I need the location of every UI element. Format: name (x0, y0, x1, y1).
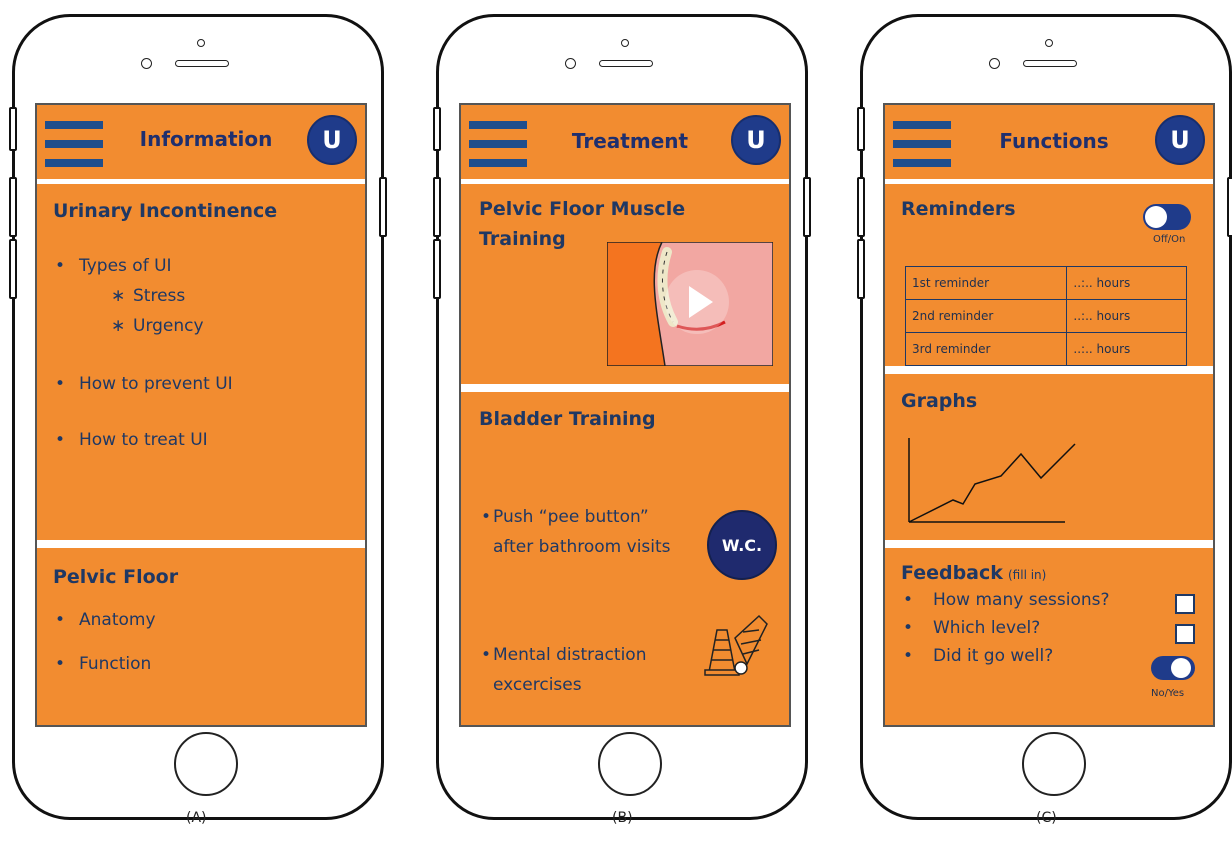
hamburger-menu-icon[interactable] (45, 121, 103, 167)
went-well-toggle[interactable] (1151, 656, 1195, 680)
list-item: • Did it go well? (903, 646, 1054, 666)
power-button (379, 177, 387, 237)
wc-button-icon[interactable]: W.C. (707, 510, 777, 580)
home-button[interactable] (174, 732, 238, 796)
front-camera (141, 58, 152, 69)
screen: Information U Urinary Incontinence • Type… (35, 103, 367, 727)
section-reminders: Reminders Off/On 1st reminder..:.. hours… (885, 184, 1213, 366)
volume-up-button (857, 177, 865, 237)
section-feedback: Feedback (fill in) • How many sessions? •… (885, 548, 1213, 725)
front-camera (989, 58, 1000, 69)
home-button[interactable] (598, 732, 662, 796)
phone-c: Functions U Reminders Off/On 1st reminde… (857, 14, 1232, 820)
volume-down-button (857, 239, 865, 299)
toggle-label: Off/On (1153, 234, 1186, 245)
power-button (1227, 177, 1232, 237)
line-graph-icon (905, 434, 1085, 526)
list-item: • Which level? (903, 618, 1041, 638)
list-item[interactable]: • How to prevent UI (55, 374, 233, 394)
volume-down-button (9, 239, 17, 299)
list-item: • How many sessions? (903, 590, 1110, 610)
level-checkbox[interactable] (1175, 624, 1195, 644)
home-button[interactable] (1022, 732, 1086, 796)
list-item[interactable]: • How to treat UI (55, 430, 208, 450)
user-avatar-icon[interactable]: U (731, 115, 781, 165)
sensor-dot (1045, 39, 1053, 47)
hamburger-menu-icon[interactable] (469, 121, 527, 167)
top-bar: Treatment U (461, 105, 789, 179)
section-title: Graphs (901, 390, 978, 412)
table-row[interactable]: 3rd reminder..:.. hours (904, 332, 1187, 366)
earpiece-speaker (175, 60, 229, 67)
screen: Functions U Reminders Off/On 1st reminde… (883, 103, 1215, 727)
section-title: Pelvic Floor (53, 566, 179, 588)
reminders-table: 1st reminder..:.. hours 2nd reminder..:.… (904, 266, 1187, 366)
traffic-cones-icon (701, 614, 771, 676)
section-bladder-training[interactable]: Bladder Training • Push “pee button” aft… (461, 392, 789, 725)
training-video-thumbnail[interactable] (606, 241, 774, 367)
sessions-checkbox[interactable] (1175, 594, 1195, 614)
volume-up-button (9, 177, 17, 237)
hamburger-menu-icon[interactable] (893, 121, 951, 167)
phone-a: Information U Urinary Incontinence • Type… (9, 14, 387, 820)
list-item[interactable]: • Types of UI (55, 256, 172, 276)
power-button (803, 177, 811, 237)
reminders-toggle[interactable] (1143, 204, 1191, 230)
list-item[interactable]: • Push “pee button” after bathroom visit… (481, 502, 691, 562)
table-row[interactable]: 2nd reminder..:.. hours (904, 299, 1187, 333)
sensor-dot (621, 39, 629, 47)
sensor-dot (197, 39, 205, 47)
top-bar: Functions U (885, 105, 1213, 179)
list-item[interactable]: • Anatomy (55, 610, 156, 630)
screen: Treatment U Pelvic Floor Muscle Training… (459, 103, 791, 727)
section-pelvic-floor[interactable]: Pelvic Floor • Anatomy • Function (37, 548, 365, 725)
caption-a: (A) (186, 810, 207, 826)
user-avatar-icon[interactable]: U (307, 115, 357, 165)
earpiece-speaker (599, 60, 653, 67)
list-item[interactable]: • Function (55, 654, 151, 674)
section-title: Feedback (fill in) (901, 562, 1047, 584)
section-urinary-incontinence[interactable]: Urinary Incontinence • Types of UI ∗ Stres… (37, 184, 365, 540)
section-title: Bladder Training (479, 408, 656, 430)
page-title: Functions (999, 129, 1109, 153)
front-camera (565, 58, 576, 69)
phone-b: Treatment U Pelvic Floor Muscle Training… (433, 14, 811, 820)
user-avatar-icon[interactable]: U (1155, 115, 1205, 165)
volume-up-button (433, 177, 441, 237)
section-title: Reminders (901, 198, 1016, 220)
side-button (433, 107, 441, 151)
sub-list-item[interactable]: ∗ Stress (111, 286, 185, 306)
section-pelvic-floor-muscle-training[interactable]: Pelvic Floor Muscle Training (461, 184, 789, 384)
caption-c: (C) (1036, 810, 1057, 826)
side-button (9, 107, 17, 151)
top-bar: Information U (37, 105, 365, 179)
caption-b: (B) (612, 810, 633, 826)
sub-list-item[interactable]: ∗ Urgency (111, 316, 204, 336)
side-button (857, 107, 865, 151)
earpiece-speaker (1023, 60, 1077, 67)
list-item[interactable]: • Mental distraction excercises (481, 640, 691, 700)
section-title: Urinary Incontinence (53, 200, 278, 222)
toggle-label: No/Yes (1151, 688, 1185, 699)
page-title: Treatment (571, 129, 689, 153)
section-graphs[interactable]: Graphs (885, 374, 1213, 540)
table-row[interactable]: 1st reminder..:.. hours (904, 266, 1187, 300)
volume-down-button (433, 239, 441, 299)
page-title: Information (139, 127, 273, 151)
